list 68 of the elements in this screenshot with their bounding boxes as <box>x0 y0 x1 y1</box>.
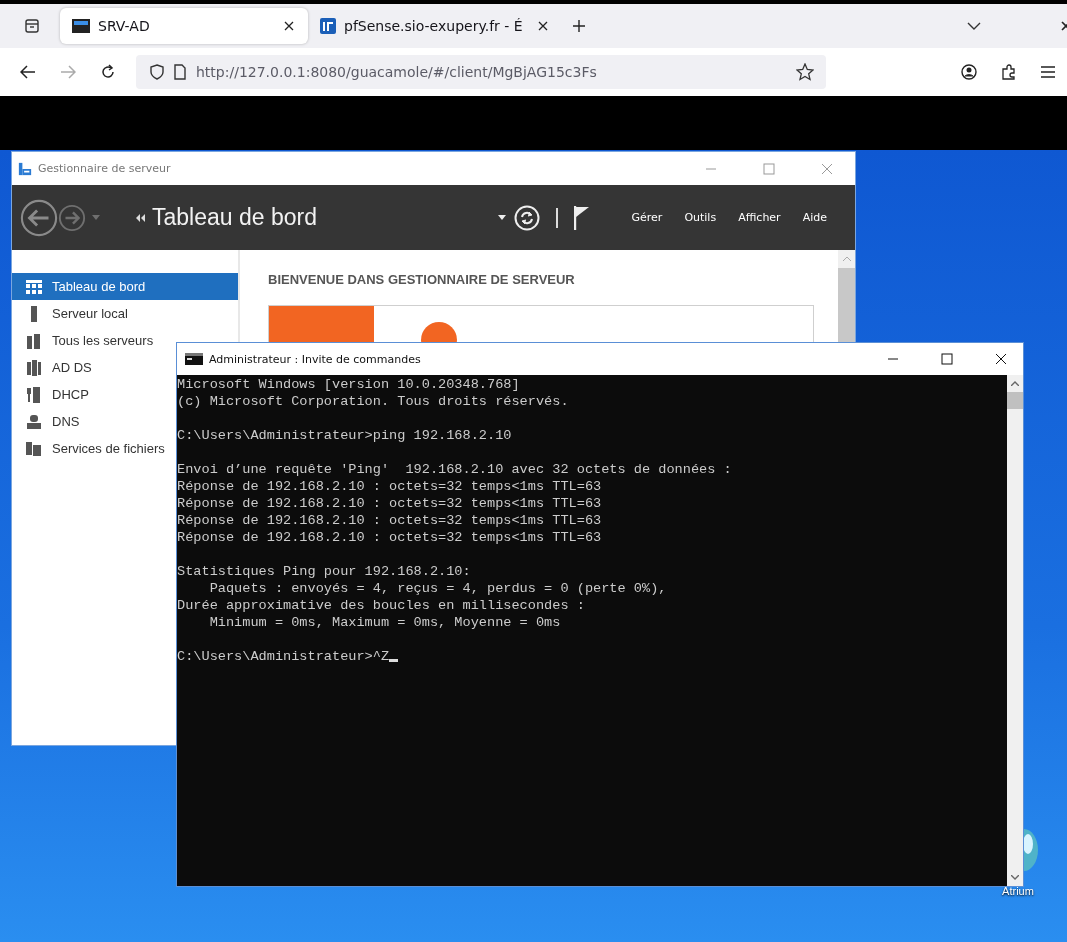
server-rack-icon <box>26 359 42 376</box>
address-bar[interactable]: http://127.0.0.1:8080/guacamole/#/client/MgBjAG15c3Fs <box>136 55 826 89</box>
sidebar-item[interactable]: Tous les serveurs <box>12 327 154 354</box>
reload-icon[interactable] <box>100 64 116 80</box>
double-arrow-icon <box>136 213 146 222</box>
sidebar-item[interactable]: Tableau de bord <box>12 273 238 300</box>
menu-item[interactable]: Aide <box>802 211 827 224</box>
account-icon[interactable] <box>961 64 977 80</box>
shield-icon <box>150 64 164 80</box>
console-line: Envoi d’une requête 'Ping' 192.168.2.10 avec 32 octets de données : <box>177 461 732 478</box>
console-line: Durée approximative des boucles en millisecondes : <box>177 597 585 614</box>
console-line: Réponse de 192.168.2.10 : octets=32 temps<1ms TTL=63 <box>177 512 602 529</box>
scrollbar-thumb[interactable] <box>838 268 855 342</box>
server-stack-icon <box>26 332 42 349</box>
page-title: Tableau de bord <box>152 204 317 231</box>
close-icon[interactable] <box>995 353 1007 365</box>
console-line: Paquets : envoyés = 4, reçus = 4, perdus = 0 (perte 0%), <box>208 580 667 597</box>
window-title: Gestionnaire de serveur <box>38 162 171 175</box>
close-icon[interactable] <box>538 21 548 31</box>
console-line: Microsoft Windows [version 10.0.20348.768] <box>177 376 520 393</box>
tab-list-icon[interactable] <box>24 18 40 34</box>
sidebar-item[interactable]: Services de fichiers <box>12 435 165 462</box>
console-line: C:\Users\Administrateur>ping 192.168.2.10 <box>177 427 512 444</box>
desktop-icon-label[interactable]: Atrium <box>1002 885 1034 897</box>
sidebar-item[interactable]: AD DS <box>12 354 92 381</box>
menu-icon[interactable] <box>1041 66 1055 78</box>
console-line: Réponse de 192.168.2.10 : octets=32 temps<1ms TTL=63 <box>177 495 602 512</box>
scroll-down-icon[interactable] <box>1011 875 1019 880</box>
caret-down-icon[interactable] <box>497 215 506 220</box>
sidebar-item[interactable]: DHCP <box>12 381 89 408</box>
sidebar-item[interactable]: Serveur local <box>12 300 128 327</box>
server-manager-icon <box>18 161 32 176</box>
text-cursor <box>389 659 399 662</box>
menu-item[interactable]: Gérer <box>631 211 663 224</box>
page-icon <box>174 64 186 80</box>
scrollbar[interactable] <box>838 250 855 343</box>
scrollbar-thumb[interactable] <box>1007 392 1023 409</box>
console-line: Réponse de 192.168.2.10 : octets=32 temps<1ms TTL=63 <box>177 529 602 546</box>
flag-icon[interactable] <box>573 205 590 230</box>
dashboard-grid-icon <box>26 278 42 295</box>
star-icon[interactable] <box>796 63 814 81</box>
browser-tab[interactable]: pfSense.sio-exupery.fr - É <box>308 8 562 44</box>
console-line: Réponse de 192.168.2.10 : octets=32 temps<1ms TTL=63 <box>177 478 602 495</box>
chevron-down-icon[interactable] <box>967 22 981 30</box>
monitor-icon <box>72 19 90 33</box>
folder-server-icon <box>26 440 42 457</box>
url-text: http://127.0.0.1:8080/guacamole/#/client/MgBjAG15c3Fs <box>196 64 597 80</box>
tab-title: pfSense.sio-exupery.fr - É <box>344 18 524 34</box>
maximize-icon[interactable] <box>941 353 953 365</box>
browser-tab[interactable]: SRV-AD <box>60 8 308 44</box>
welcome-heading: BIENVENUE DANS GESTIONNAIRE DE SERVEUR <box>268 272 576 287</box>
sidebar-item[interactable]: DNS <box>12 408 80 435</box>
extension-icon[interactable] <box>1001 64 1017 80</box>
scrollbar[interactable] <box>1007 375 1023 886</box>
console-line: Minimum = 0ms, Maximum = 0ms, Moyenne = 0ms <box>208 614 561 631</box>
menu-item[interactable]: Outils <box>684 211 717 224</box>
close-icon[interactable] <box>284 21 294 31</box>
console-line: Statistiques Ping pour 192.168.2.10: <box>177 563 471 580</box>
refresh-icon[interactable] <box>513 204 540 231</box>
window-title: Administrateur : Invite de commandes <box>209 352 421 366</box>
scroll-up-icon[interactable] <box>1011 381 1019 386</box>
console-line: (c) Microsoft Corporation. Tous droits réservés. <box>177 393 569 410</box>
new-tab-icon[interactable] <box>572 19 586 33</box>
menu-item[interactable]: Afficher <box>738 211 781 224</box>
tab-title: SRV-AD <box>98 18 151 34</box>
console-icon <box>185 353 203 365</box>
back-arrow-icon[interactable] <box>20 65 36 79</box>
console-line: C:\Users\Administrateur>^Z <box>177 648 390 665</box>
